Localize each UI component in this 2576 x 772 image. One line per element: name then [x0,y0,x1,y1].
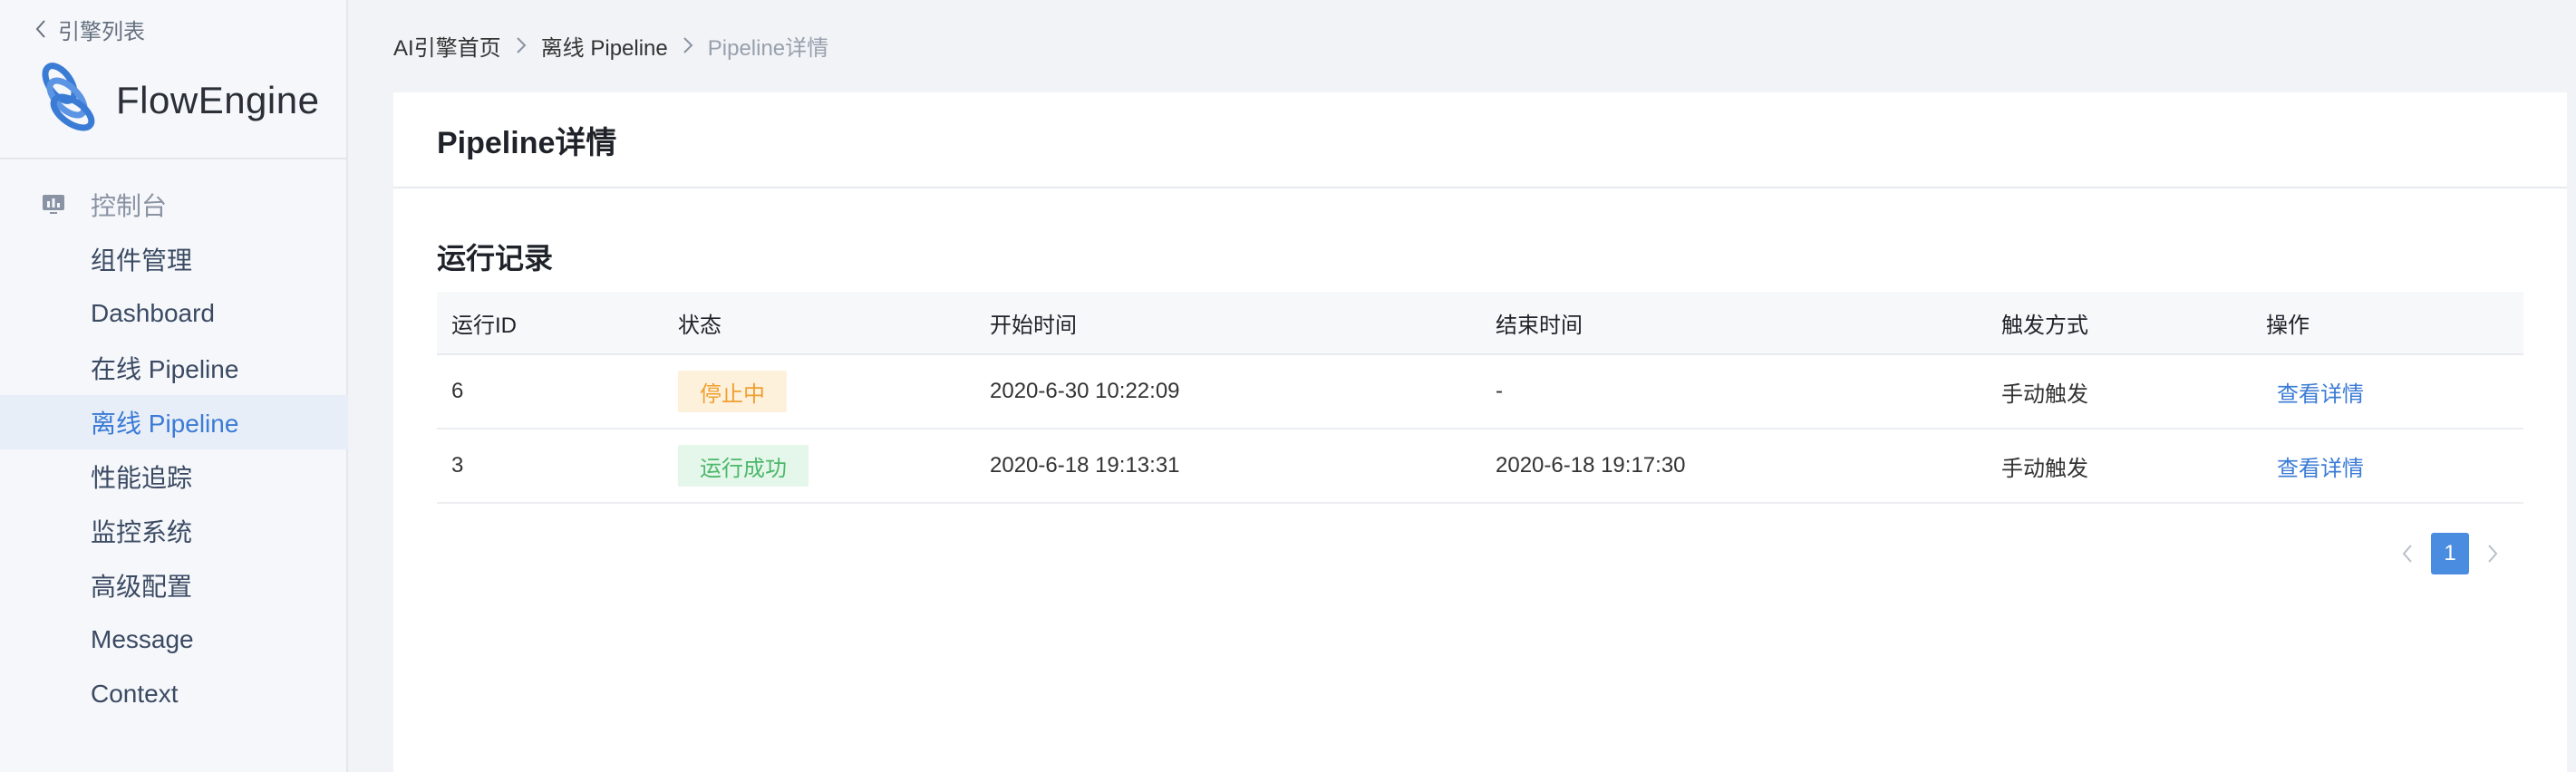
cell-run-id: 6 [451,379,464,403]
chevron-left-icon[interactable] [2387,533,2427,574]
page-number-current[interactable]: 1 [2431,533,2469,574]
back-to-engine-list-link[interactable]: 引擎列表 [34,13,145,45]
breadcrumb: AI引擎首页 离线 Pipeline Pipeline详情 [393,27,828,63]
table-row: 3 运行成功 2020-6-18 19:13:31 2020-6-18 19:1… [437,429,2523,504]
chevron-left-icon [34,13,58,45]
sidebar-divider [0,158,348,159]
dashboard-monitor-icon [40,191,67,218]
logo-text-flow: Flow [116,79,199,121]
breadcrumb-item-current: Pipeline详情 [707,35,829,61]
sidebar-item-monitoring[interactable]: 监控系统 [0,504,348,558]
sidebar-item-label: 性能追踪 [91,464,193,492]
table-row: 6 停止中 2020-6-30 10:22:09 - 手动触发 查看详情 [437,355,2523,429]
sidebar-item-label: 离线 Pipeline [91,410,239,438]
cell-trigger: 手动触发 [2001,381,2088,407]
sidebar-item-dashboard[interactable]: Dashboard [0,286,348,341]
pagination: 1 [2387,533,2513,574]
status-badge: 运行成功 [678,445,809,487]
cell-actions: 查看详情 [2252,429,2523,502]
breadcrumb-item-ai-home[interactable]: AI引擎首页 [393,30,501,62]
view-details-link[interactable]: 查看详情 [2266,376,2364,408]
sidebar-item-label: Dashboard [91,299,215,327]
sidebar-item-components[interactable]: 组件管理 [0,232,348,286]
sidebar-item-label: 在线 Pipeline [91,355,239,383]
chevron-right-icon [668,27,708,63]
column-header-actions: 操作 [2266,313,2310,338]
column-header-status: 状态 [678,313,721,338]
cell-end-time: 2020-6-18 19:17:30 [1496,453,1686,478]
sidebar-item-label: Context [91,680,179,708]
cell-start-time: 2020-6-18 19:13:31 [990,453,1180,478]
view-details-link[interactable]: 查看详情 [2266,450,2364,482]
flowengine-logo: FlowEngine [33,60,319,141]
breadcrumb-item-offline-pipeline[interactable]: 离线 Pipeline [541,30,668,62]
sidebar-item-label: 组件管理 [91,246,193,275]
column-header-trigger: 触发方式 [2001,313,2088,338]
cell-end-time: - [1496,379,1503,403]
back-link-label: 引擎列表 [58,19,145,44]
logo-text: FlowEngine [116,79,319,122]
sidebar: 引擎列表 FlowEngine 控制台 组件管理 Dashboard 在线 Pi… [0,0,348,772]
sidebar-item-label: 高级配置 [91,573,193,601]
cell-run-id: 3 [451,453,464,478]
table-header: 运行ID 状态 开始时间 结束时间 触发方式 操作 [437,292,2523,355]
cell-actions: 查看详情 [2252,355,2523,428]
cell-trigger: 手动触发 [2001,456,2088,481]
run-records-table: 运行ID 状态 开始时间 结束时间 触发方式 操作 6 停止中 2020-6-3… [437,292,2523,504]
column-header-end-time: 结束时间 [1496,313,1583,338]
sidebar-item-offline-pipeline[interactable]: 离线 Pipeline [0,395,348,449]
nav-group-console[interactable]: 控制台 [0,178,348,232]
sidebar-item-performance-tracing[interactable]: 性能追踪 [0,449,348,504]
app-root: 引擎列表 FlowEngine 控制台 组件管理 Dashboard 在线 Pi… [0,0,2576,772]
column-header-start-time: 开始时间 [990,313,1077,338]
section-title-run-records: 运行记录 [437,242,554,275]
sidebar-item-context[interactable]: Context [0,667,348,721]
nav-group-label: 控制台 [91,192,168,220]
chevron-right-icon [501,27,541,63]
page-title: Pipeline详情 [437,125,617,160]
pipeline-detail-card: Pipeline详情 运行记录 运行ID 状态 开始时间 结束时间 触发方式 操… [393,92,2567,772]
flowengine-logo-icon [33,62,98,140]
sidebar-item-label: Message [91,625,194,653]
card-header: Pipeline详情 [393,92,2567,188]
sidebar-item-message[interactable]: Message [0,613,348,667]
column-header-run-id: 运行ID [451,313,517,338]
cell-status: 运行成功 [663,429,975,502]
chevron-right-icon[interactable] [2473,533,2513,574]
status-badge: 停止中 [678,371,787,412]
cell-status: 停止中 [663,355,975,428]
sidebar-item-online-pipeline[interactable]: 在线 Pipeline [0,341,348,395]
logo-text-engine: Engine [198,79,320,121]
cell-start-time: 2020-6-30 10:22:09 [990,379,1180,403]
sidebar-item-advanced-config[interactable]: 高级配置 [0,558,348,613]
sidebar-item-label: 监控系统 [91,518,193,546]
